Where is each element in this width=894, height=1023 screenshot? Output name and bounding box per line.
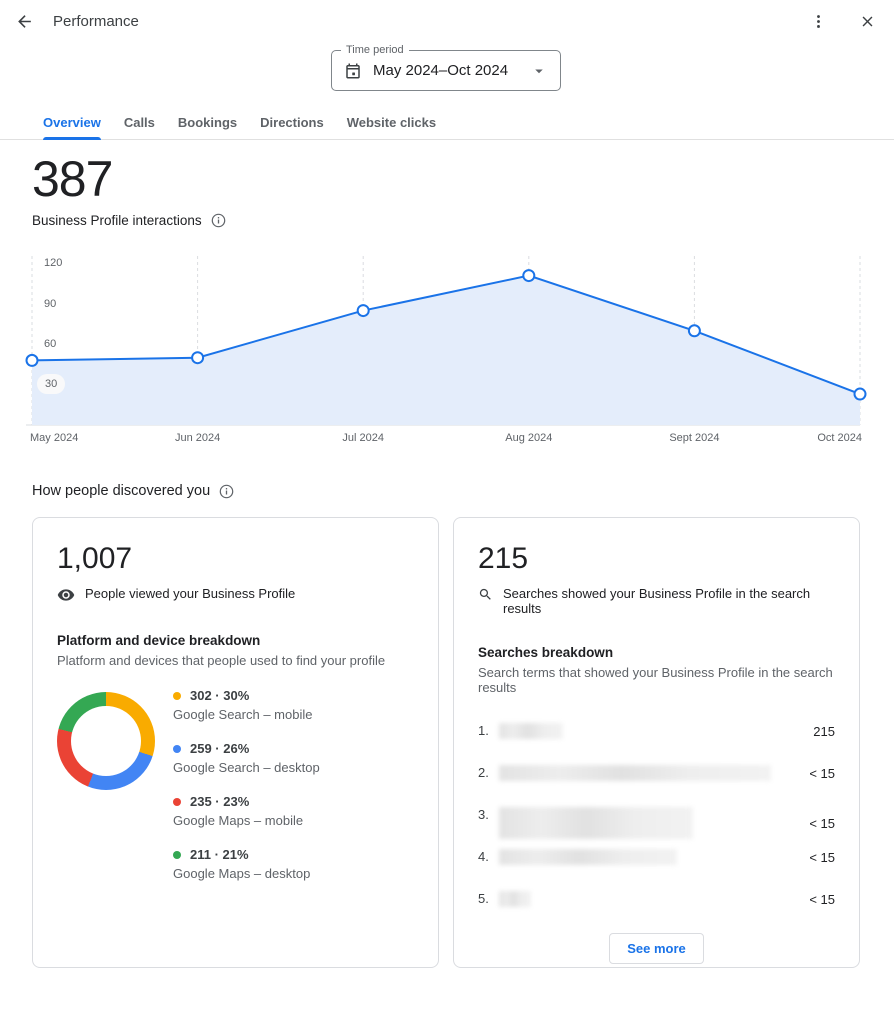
legend-stat: 211 · 21% [190, 847, 249, 862]
legend-item-maps-mobile: 235 · 23% Google Maps – mobile [173, 794, 320, 828]
term-rank: 4. [478, 849, 499, 865]
kebab-menu-icon [810, 13, 827, 30]
legend-dot-icon [173, 798, 181, 806]
legend-item-search-mobile: 302 · 30% Google Search – mobile [173, 688, 320, 722]
tab-calls[interactable]: Calls [124, 106, 155, 139]
platform-breakdown-subtitle: Platform and devices that people used to… [57, 653, 414, 668]
x-axis-tick: Sept 2024 [669, 432, 719, 444]
searches-breakdown-title: Searches breakdown [478, 645, 835, 660]
x-axis-tick: Aug 2024 [505, 432, 552, 444]
redacted-search-term [499, 807, 693, 839]
searches-breakdown-subtitle: Search terms that showed your Business P… [478, 665, 835, 695]
info-icon[interactable] [219, 484, 234, 499]
term-value: < 15 [799, 850, 835, 865]
term-value: < 15 [799, 766, 835, 781]
search-term-row: 4. < 15 [478, 849, 835, 865]
close-icon [859, 13, 876, 30]
tab-directions[interactable]: Directions [260, 106, 324, 139]
search-term-row: 5. < 15 [478, 891, 835, 907]
legend-label: Google Maps – desktop [173, 866, 320, 881]
tab-bookings[interactable]: Bookings [178, 106, 237, 139]
close-button[interactable] [855, 9, 880, 34]
legend-label: Google Search – desktop [173, 760, 320, 775]
tab-overview[interactable]: Overview [43, 106, 101, 139]
platform-breakdown-title: Platform and device breakdown [57, 633, 414, 648]
redacted-search-term [499, 891, 531, 907]
x-axis-tick: May 2024 [30, 432, 78, 444]
term-value: 215 [803, 724, 835, 739]
profile-views-card: 1,007 People viewed your Business Profil… [32, 517, 439, 968]
donut-legend: 302 · 30% Google Search – mobile 259 · 2… [173, 684, 320, 900]
interactions-summary: 387 Business Profile interactions [32, 153, 226, 228]
search-term-row: 1. 215 [478, 723, 835, 739]
y-axis-tick: 90 [44, 296, 56, 312]
back-button[interactable] [11, 8, 38, 35]
search-term-row: 3. < 15 [478, 807, 835, 839]
legend-label: Google Search – mobile [173, 707, 320, 722]
term-rank: 2. [478, 765, 499, 781]
see-more-button[interactable]: See more [609, 933, 704, 964]
term-rank: 5. [478, 891, 499, 907]
term-rank: 1. [478, 723, 499, 739]
searches-count: 215 [478, 542, 835, 576]
interactions-label: Business Profile interactions [32, 213, 202, 228]
search-terms-list: 1. 215 2. < 15 3. < 15 4. < 15 5. [478, 723, 835, 907]
term-rank: 3. [478, 807, 499, 823]
legend-item-maps-desktop: 211 · 21% Google Maps – desktop [173, 847, 320, 881]
legend-dot-icon [173, 851, 181, 859]
legend-label: Google Maps – mobile [173, 813, 320, 828]
arrow-back-icon [15, 12, 34, 31]
time-period-label: Time period [341, 44, 409, 56]
time-period-select[interactable]: Time period May 2024–Oct 2024 [331, 50, 561, 91]
redacted-search-term [499, 765, 771, 781]
term-value: < 15 [799, 816, 835, 831]
search-icon [478, 587, 493, 602]
discovery-section-header: How people discovered you [32, 483, 234, 499]
legend-stat: 235 · 23% [190, 794, 249, 809]
tab-bar: Overview Calls Bookings Directions Websi… [0, 106, 894, 140]
x-axis-tick: Oct 2024 [817, 432, 862, 444]
legend-dot-icon [173, 745, 181, 753]
info-icon[interactable] [211, 213, 226, 228]
eye-icon [57, 586, 75, 604]
interactions-line-chart: 30 60 90 120 May 2024 Jun 2024 Jul 2024 Aug 20… [32, 250, 860, 450]
legend-stat: 259 · 26% [190, 741, 249, 756]
line-chart-plot [32, 250, 860, 425]
platform-donut-chart [57, 692, 155, 790]
legend-stat: 302 · 30% [190, 688, 249, 703]
y-axis-tick: 60 [44, 336, 56, 352]
discovery-title: How people discovered you [32, 483, 210, 499]
searches-label: Searches showed your Business Profile in… [503, 586, 835, 616]
y-axis-tick: 120 [44, 255, 62, 271]
tab-website-clicks[interactable]: Website clicks [347, 106, 436, 139]
x-axis-tick: Jul 2024 [342, 432, 384, 444]
term-value: < 15 [799, 892, 835, 907]
page-title: Performance [53, 13, 139, 30]
views-count: 1,007 [57, 542, 414, 576]
redacted-search-term [499, 849, 677, 865]
interactions-count: 387 [32, 153, 226, 205]
y-axis-tick: 30 [37, 374, 65, 394]
searches-card: 215 Searches showed your Business Profil… [453, 517, 860, 968]
views-label: People viewed your Business Profile [85, 586, 295, 601]
calendar-icon [344, 62, 362, 80]
time-period-value: May 2024–Oct 2024 [373, 62, 508, 79]
legend-dot-icon [173, 692, 181, 700]
search-term-row: 2. < 15 [478, 765, 835, 781]
redacted-search-term [499, 723, 563, 739]
overflow-menu-button[interactable] [806, 9, 831, 34]
x-axis-tick: Jun 2024 [175, 432, 220, 444]
app-bar: Performance [0, 0, 894, 36]
chevron-down-icon [530, 62, 548, 80]
legend-item-search-desktop: 259 · 26% Google Search – desktop [173, 741, 320, 775]
